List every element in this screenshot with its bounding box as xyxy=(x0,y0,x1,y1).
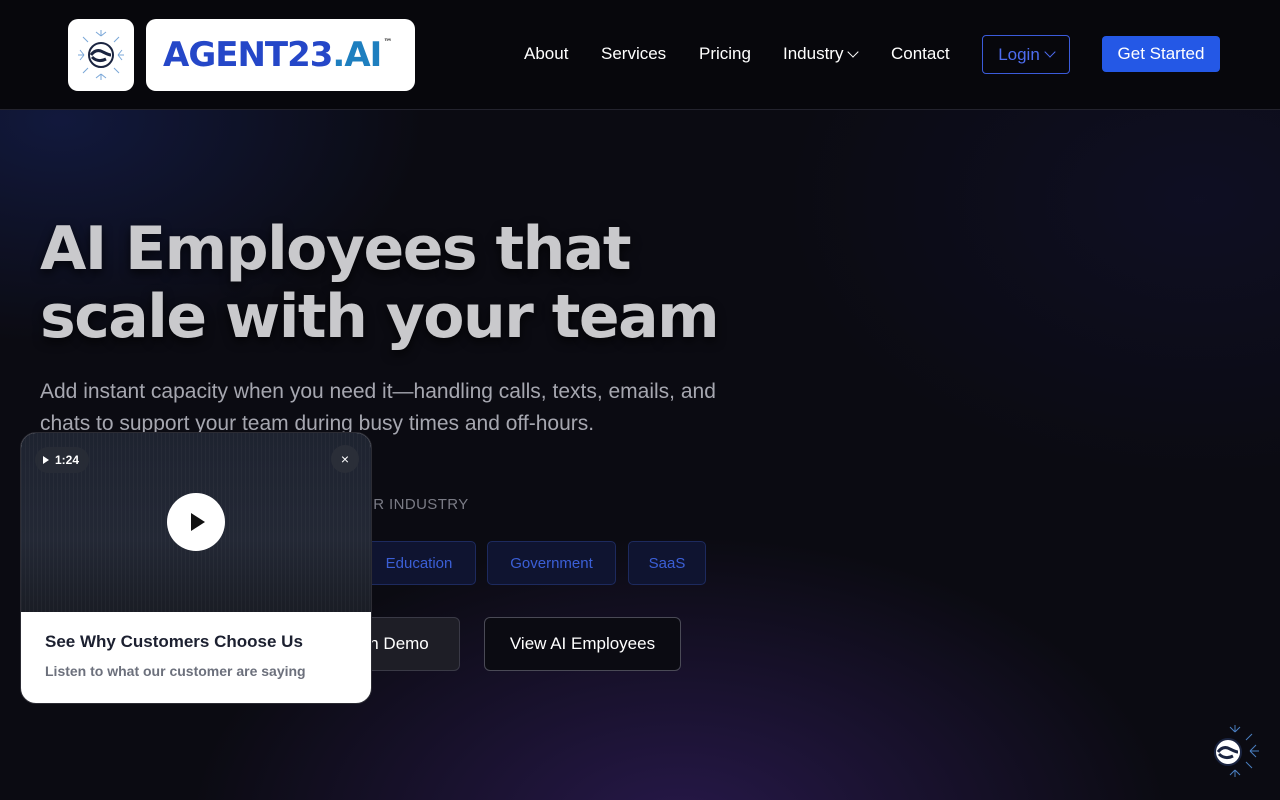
nav-contact[interactable]: Contact xyxy=(891,44,950,64)
close-icon[interactable]: × xyxy=(331,445,359,473)
play-icon xyxy=(191,513,205,531)
video-testimonial-card: 1:24 × See Why Customers Choose Us Liste… xyxy=(20,432,372,704)
industry-chip-education[interactable]: Education xyxy=(362,541,476,585)
get-started-button[interactable]: Get Started xyxy=(1102,36,1220,72)
video-card-title: See Why Customers Choose Us xyxy=(45,632,303,651)
chevron-down-icon xyxy=(847,46,860,58)
industry-chip-saas[interactable]: SaaS xyxy=(628,541,706,585)
play-button[interactable] xyxy=(167,493,225,551)
brand-wordmark[interactable]: AGENT23. AI ™ xyxy=(146,19,415,91)
logo-mark-icon xyxy=(78,30,124,80)
site-header: AGENT23. AI ™ About Services Pricing Indus… xyxy=(0,0,1280,110)
login-label: Login xyxy=(998,44,1040,64)
login-button[interactable]: Login xyxy=(982,35,1070,74)
chat-widget-icon xyxy=(1214,725,1259,777)
brand-trademark: ™ xyxy=(383,38,393,48)
industry-chip-government[interactable]: Government xyxy=(487,541,616,585)
hero-title-line2: scale with your team xyxy=(40,282,720,352)
view-ai-employees-button[interactable]: View AI Employees xyxy=(484,617,681,671)
video-duration-badge: 1:24 xyxy=(35,447,90,473)
nav-pricing[interactable]: Pricing xyxy=(699,44,751,64)
brand-dot: . xyxy=(332,35,345,75)
chevron-down-icon xyxy=(1044,45,1056,58)
hero-title: AI Employees that scale with your team xyxy=(40,215,760,351)
hero-subtitle: Add instant capacity when you need it—ha… xyxy=(40,380,716,435)
industry-section-label: UR INDUSTRY xyxy=(362,496,469,513)
video-duration: 1:24 xyxy=(55,453,80,467)
hero-title-line1: AI Employees that xyxy=(40,214,632,284)
nav-industry-label: Industry xyxy=(783,44,844,63)
brand-name-part2: AI xyxy=(344,35,382,75)
video-thumbnail[interactable]: 1:24 × xyxy=(21,433,371,612)
brand-logo-icon[interactable] xyxy=(68,19,134,91)
nav-services[interactable]: Services xyxy=(601,44,666,64)
nav-industry[interactable]: Industry xyxy=(783,44,860,64)
brand-name-part1: AGENT23 xyxy=(163,35,333,75)
nav-about[interactable]: About xyxy=(524,44,568,64)
watch-demo-label: h Demo xyxy=(369,634,429,653)
chat-widget-button[interactable] xyxy=(1208,722,1262,780)
video-card-subtitle: Listen to what our customer are saying xyxy=(45,663,306,679)
play-small-icon xyxy=(43,456,49,464)
